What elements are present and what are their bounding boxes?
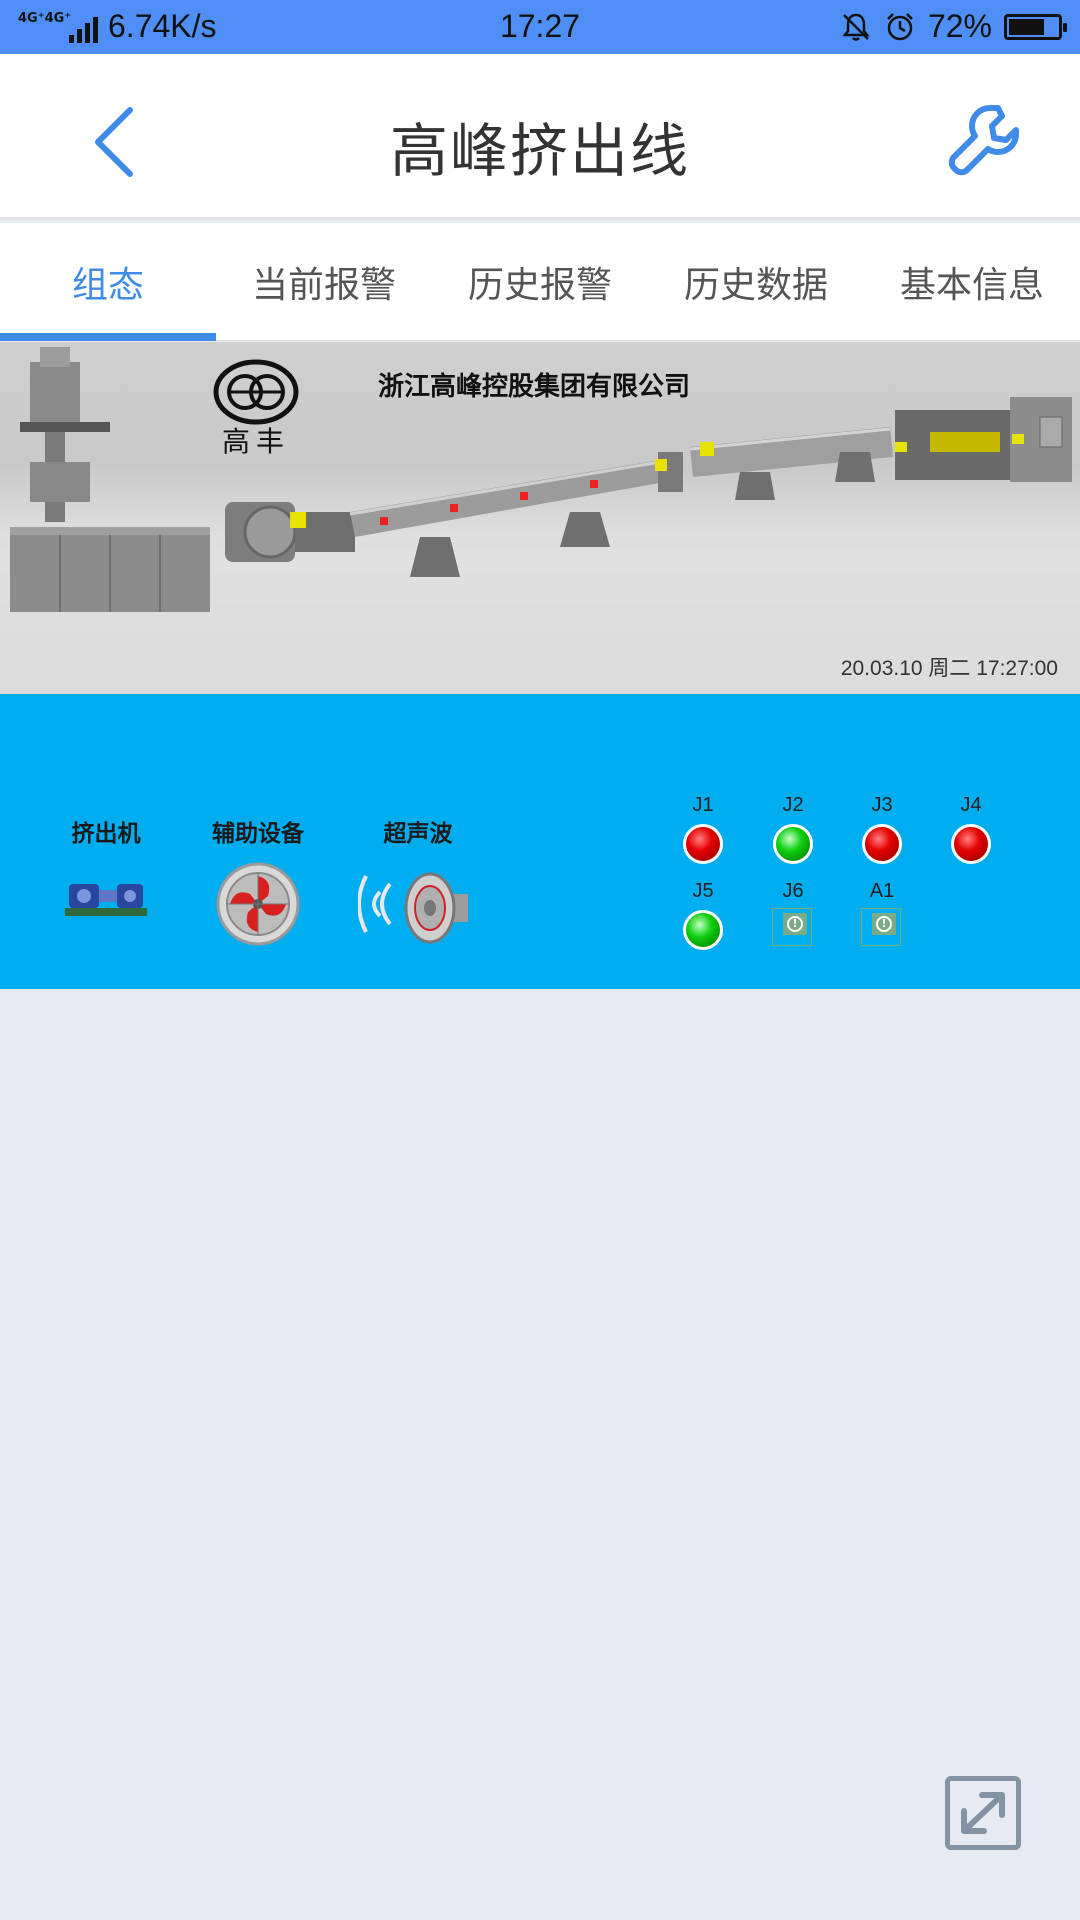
indicator-j5-lamp: [683, 910, 723, 950]
page-title: 高峰挤出线: [389, 117, 690, 185]
tab-bar: 组态 当前报警 历史报警 历史数据 基本信息: [0, 223, 1080, 341]
indicator-j1-label: J1: [692, 794, 714, 816]
control-panel: 挤出机 辅助设备 超声波 J1 J2 J3 J4 J5 J6 ! A1 !: [0, 694, 1080, 989]
equip-extruder[interactable]: 挤出机: [54, 814, 158, 928]
expand-arrows-icon: [961, 1792, 1005, 1834]
app-header: 高峰挤出线: [0, 54, 1080, 220]
equip-auxiliary[interactable]: 辅助设备: [200, 814, 316, 950]
indicator-j6-label: J6: [782, 880, 804, 902]
tab-current-alarms[interactable]: 当前报警: [216, 223, 432, 341]
banner-datetime: 20.03.10 周二 17:27:00: [840, 657, 1058, 680]
indicator-j1-lamp: [683, 824, 723, 864]
indicator-j4-lamp: [951, 824, 991, 864]
alarm-clock-icon: [887, 12, 913, 40]
company-name: 浙江高峰控股集团有限公司: [378, 372, 691, 402]
wrench-icon: [948, 105, 1019, 176]
info-icon: !: [787, 916, 803, 932]
speaker-icon: [357, 872, 468, 944]
production-line-banner: 高丰 浙江高峰控股集团有限公司 20.03.10 周二 17:27:00: [0, 342, 1080, 694]
pump-motor-icon: [65, 884, 147, 916]
indicator-j5-label: J5: [692, 880, 714, 902]
tab-basic-info[interactable]: 基本信息: [864, 223, 1080, 341]
info-icon: !: [876, 916, 892, 932]
fan-icon: [216, 862, 300, 946]
tab-history-alarms[interactable]: 历史报警: [432, 223, 648, 341]
battery-icon: [1004, 13, 1067, 40]
status-bar: 4G⁺4G⁺ 6.74K/s 17:27 72%: [0, 0, 1080, 54]
indicator-j6-unknown: !: [772, 908, 812, 946]
settings-button[interactable]: [944, 100, 1024, 180]
logo-text: 高丰: [222, 425, 291, 458]
indicator-a1-unknown: !: [861, 908, 901, 946]
equip-ultrasonic[interactable]: 超声波: [357, 814, 478, 952]
tab-config[interactable]: 组态: [0, 223, 216, 341]
indicator-j4-label: J4: [960, 794, 982, 816]
indicator-a1-label: A1: [869, 880, 895, 902]
equip-auxiliary-label: 辅助设备: [212, 821, 304, 847]
bell-muted-icon: [842, 13, 870, 41]
status-right: 72%: [840, 8, 1067, 45]
equip-ultrasonic-label: 超声波: [383, 821, 453, 847]
battery-percent: 72%: [927, 8, 992, 44]
indicator-j3-lamp: [862, 824, 902, 864]
indicator-j3-label: J3: [871, 794, 893, 816]
indicator-j2-lamp: [773, 824, 813, 864]
indicator-j2-label: J2: [782, 794, 804, 816]
equip-extruder-label: 挤出机: [71, 821, 141, 847]
tab-history-data[interactable]: 历史数据: [648, 223, 864, 341]
fullscreen-button[interactable]: [945, 1776, 1021, 1850]
